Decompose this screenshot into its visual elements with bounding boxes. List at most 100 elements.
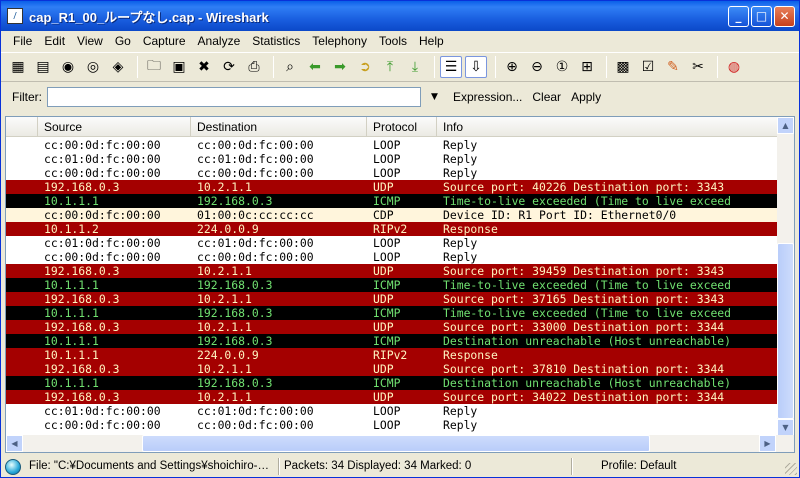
- table-row[interactable]: cc:00:0d:fc:00:00 01:00:0c:cc:cc:cc CDP Dev…: [6, 208, 778, 222]
- table-row[interactable]: 192.168.0.3 10.2.1.1 UDP Source port: 37165…: [6, 292, 778, 306]
- stop-capture-icon[interactable]: ◎: [82, 56, 104, 78]
- help-icon[interactable]: ◍: [723, 56, 745, 78]
- table-row[interactable]: cc:01:0d:fc:00:00 cc:01:0d:fc:00:00 LOOP Re…: [6, 236, 778, 250]
- capture-options-icon[interactable]: ▤: [32, 56, 54, 78]
- expression-button[interactable]: Expression...: [453, 90, 522, 104]
- packet-list[interactable]: Source Destination Protocol Info cc:00:0…: [5, 116, 795, 453]
- packet-no: [6, 166, 44, 180]
- table-row[interactable]: 10.1.1.1 192.168.0.3 ICMP Destination unrea…: [6, 334, 778, 348]
- auto-scroll-icon[interactable]: ⇩: [465, 56, 487, 78]
- resize-columns-icon[interactable]: ⊞: [576, 56, 598, 78]
- zoom-in-icon[interactable]: ⊕: [501, 56, 523, 78]
- filter-bar: Filter: ▼ Expression... Clear Apply: [1, 83, 799, 111]
- table-row[interactable]: 192.168.0.3 10.2.1.1 UDP Source port: 33000…: [6, 320, 778, 334]
- menu-analyze[interactable]: Analyze: [192, 34, 247, 48]
- resize-grip-icon[interactable]: [785, 463, 797, 475]
- minimize-button[interactable]: _: [728, 6, 749, 27]
- scroll-right-icon[interactable]: ▶: [759, 435, 776, 452]
- apply-button[interactable]: Apply: [571, 90, 601, 104]
- table-row[interactable]: 10.1.1.2 224.0.0.9 RIPv2 Response: [6, 222, 778, 236]
- vertical-scroll-thumb[interactable]: [777, 243, 794, 419]
- menu-view[interactable]: View: [71, 34, 109, 48]
- menu-telephony[interactable]: Telephony: [306, 34, 373, 48]
- column-header-destination[interactable]: Destination: [191, 117, 367, 137]
- go-last-packet-icon[interactable]: ⤓: [404, 56, 426, 78]
- packet-no: [6, 376, 44, 390]
- go-first-packet-icon[interactable]: ⤒: [379, 56, 401, 78]
- table-row[interactable]: 192.168.0.3 10.2.1.1 UDP Source port: 40226…: [6, 180, 778, 194]
- interfaces-icon[interactable]: ▦: [7, 56, 29, 78]
- menu-edit[interactable]: Edit: [38, 34, 71, 48]
- table-row[interactable]: 192.168.0.3 10.2.1.1 UDP Source port: 37810…: [6, 362, 778, 376]
- coloring-rules-icon[interactable]: ✎: [662, 56, 684, 78]
- column-header-no[interactable]: [6, 117, 38, 137]
- table-row[interactable]: 192.168.0.3 10.2.1.1 UDP Source port: 34022…: [6, 390, 778, 404]
- packet-source: 10.1.1.1: [44, 194, 99, 208]
- scroll-down-icon[interactable]: ▼: [777, 419, 794, 436]
- clear-button[interactable]: Clear: [532, 90, 561, 104]
- packet-list-header: Source Destination Protocol Info: [6, 117, 778, 137]
- reload-icon[interactable]: ⟳: [218, 56, 240, 78]
- packet-protocol: LOOP: [373, 166, 401, 180]
- title-bar[interactable]: / cap_R1_00_ループなし.cap - Wireshark _ □ ✕: [1, 1, 799, 31]
- maximize-button[interactable]: □: [751, 6, 772, 27]
- status-profile[interactable]: Profile: Default: [572, 458, 787, 475]
- restart-capture-icon[interactable]: ◈: [107, 56, 129, 78]
- go-to-packet-icon[interactable]: ➲: [354, 56, 376, 78]
- table-row[interactable]: cc:01:0d:fc:00:00 cc:01:0d:fc:00:00 LOOP Re…: [6, 152, 778, 166]
- packet-protocol: ICMP: [373, 306, 401, 320]
- menu-file[interactable]: File: [7, 34, 38, 48]
- table-row[interactable]: cc:00:0d:fc:00:00 cc:00:0d:fc:00:00 LOOP Re…: [6, 418, 778, 432]
- table-row[interactable]: cc:01:0d:fc:00:00 cc:01:0d:fc:00:00 LOOP Re…: [6, 404, 778, 418]
- go-back-icon[interactable]: ⬅: [304, 56, 326, 78]
- zoom-out-icon[interactable]: ⊖: [526, 56, 548, 78]
- horizontal-scrollbar[interactable]: ◀ ▶: [6, 435, 794, 452]
- vertical-scrollbar[interactable]: ▲ ▼: [777, 117, 794, 436]
- horizontal-scroll-thumb[interactable]: [142, 435, 650, 452]
- scroll-left-icon[interactable]: ◀: [6, 435, 23, 452]
- table-row[interactable]: cc:00:0d:fc:00:00 cc:00:0d:fc:00:00 LOOP Re…: [6, 166, 778, 180]
- start-capture-icon[interactable]: ◉: [57, 56, 79, 78]
- table-row[interactable]: 10.1.1.1 192.168.0.3 ICMP Time-to-live exce…: [6, 194, 778, 208]
- filter-input[interactable]: [47, 87, 421, 107]
- expert-info-icon[interactable]: [5, 458, 21, 475]
- packet-destination: 224.0.0.9: [197, 222, 259, 236]
- preferences-icon[interactable]: ✂: [687, 56, 709, 78]
- zoom-normal-icon[interactable]: ①: [551, 56, 573, 78]
- packet-source: 10.1.1.1: [44, 376, 99, 390]
- packet-protocol: ICMP: [373, 334, 401, 348]
- column-header-protocol[interactable]: Protocol: [367, 117, 437, 137]
- status-bar: File: "C:¥Documents and Settings¥shoichi…: [1, 456, 799, 477]
- window-title: cap_R1_00_ループなし.cap - Wireshark: [29, 9, 269, 25]
- menu-capture[interactable]: Capture: [137, 34, 192, 48]
- table-row[interactable]: 10.1.1.1 192.168.0.3 ICMP Time-to-live exce…: [6, 278, 778, 292]
- column-header-info[interactable]: Info: [437, 117, 777, 137]
- scroll-up-icon[interactable]: ▲: [777, 117, 794, 134]
- filter-dropdown-icon[interactable]: ▼: [431, 92, 443, 102]
- close-file-icon[interactable]: ✖: [193, 56, 215, 78]
- table-row[interactable]: 10.1.1.1 224.0.0.9 RIPv2 Response: [6, 348, 778, 362]
- packet-protocol: LOOP: [373, 404, 401, 418]
- colorize-icon[interactable]: ☰: [440, 56, 462, 78]
- open-file-icon[interactable]: 🗀: [143, 56, 165, 78]
- go-forward-icon[interactable]: ➡: [329, 56, 351, 78]
- close-button[interactable]: ✕: [774, 6, 795, 27]
- capture-filters-icon[interactable]: ▩: [612, 56, 634, 78]
- table-row[interactable]: cc:00:0d:fc:00:00 cc:00:0d:fc:00:00 LOOP Re…: [6, 250, 778, 264]
- table-row[interactable]: 10.1.1.1 192.168.0.3 ICMP Destination unrea…: [6, 376, 778, 390]
- menu-go[interactable]: Go: [109, 34, 137, 48]
- print-icon[interactable]: ⎙: [243, 56, 265, 78]
- save-file-icon[interactable]: ▣: [168, 56, 190, 78]
- packet-protocol: LOOP: [373, 152, 401, 166]
- column-header-source[interactable]: Source: [38, 117, 191, 137]
- packet-destination: cc:01:0d:fc:00:00: [197, 236, 314, 250]
- table-row[interactable]: 10.1.1.1 192.168.0.3 ICMP Time-to-live exce…: [6, 306, 778, 320]
- menu-statistics[interactable]: Statistics: [246, 34, 306, 48]
- table-row[interactable]: 192.168.0.3 10.2.1.1 UDP Source port: 39459…: [6, 264, 778, 278]
- packet-destination: cc:00:0d:fc:00:00: [197, 166, 314, 180]
- find-packet-icon[interactable]: ⌕: [279, 56, 301, 78]
- menu-tools[interactable]: Tools: [373, 34, 413, 48]
- menu-help[interactable]: Help: [413, 34, 450, 48]
- display-filters-icon[interactable]: ☑: [637, 56, 659, 78]
- table-row[interactable]: cc:00:0d:fc:00:00 cc:00:0d:fc:00:00 LOOP Re…: [6, 138, 778, 152]
